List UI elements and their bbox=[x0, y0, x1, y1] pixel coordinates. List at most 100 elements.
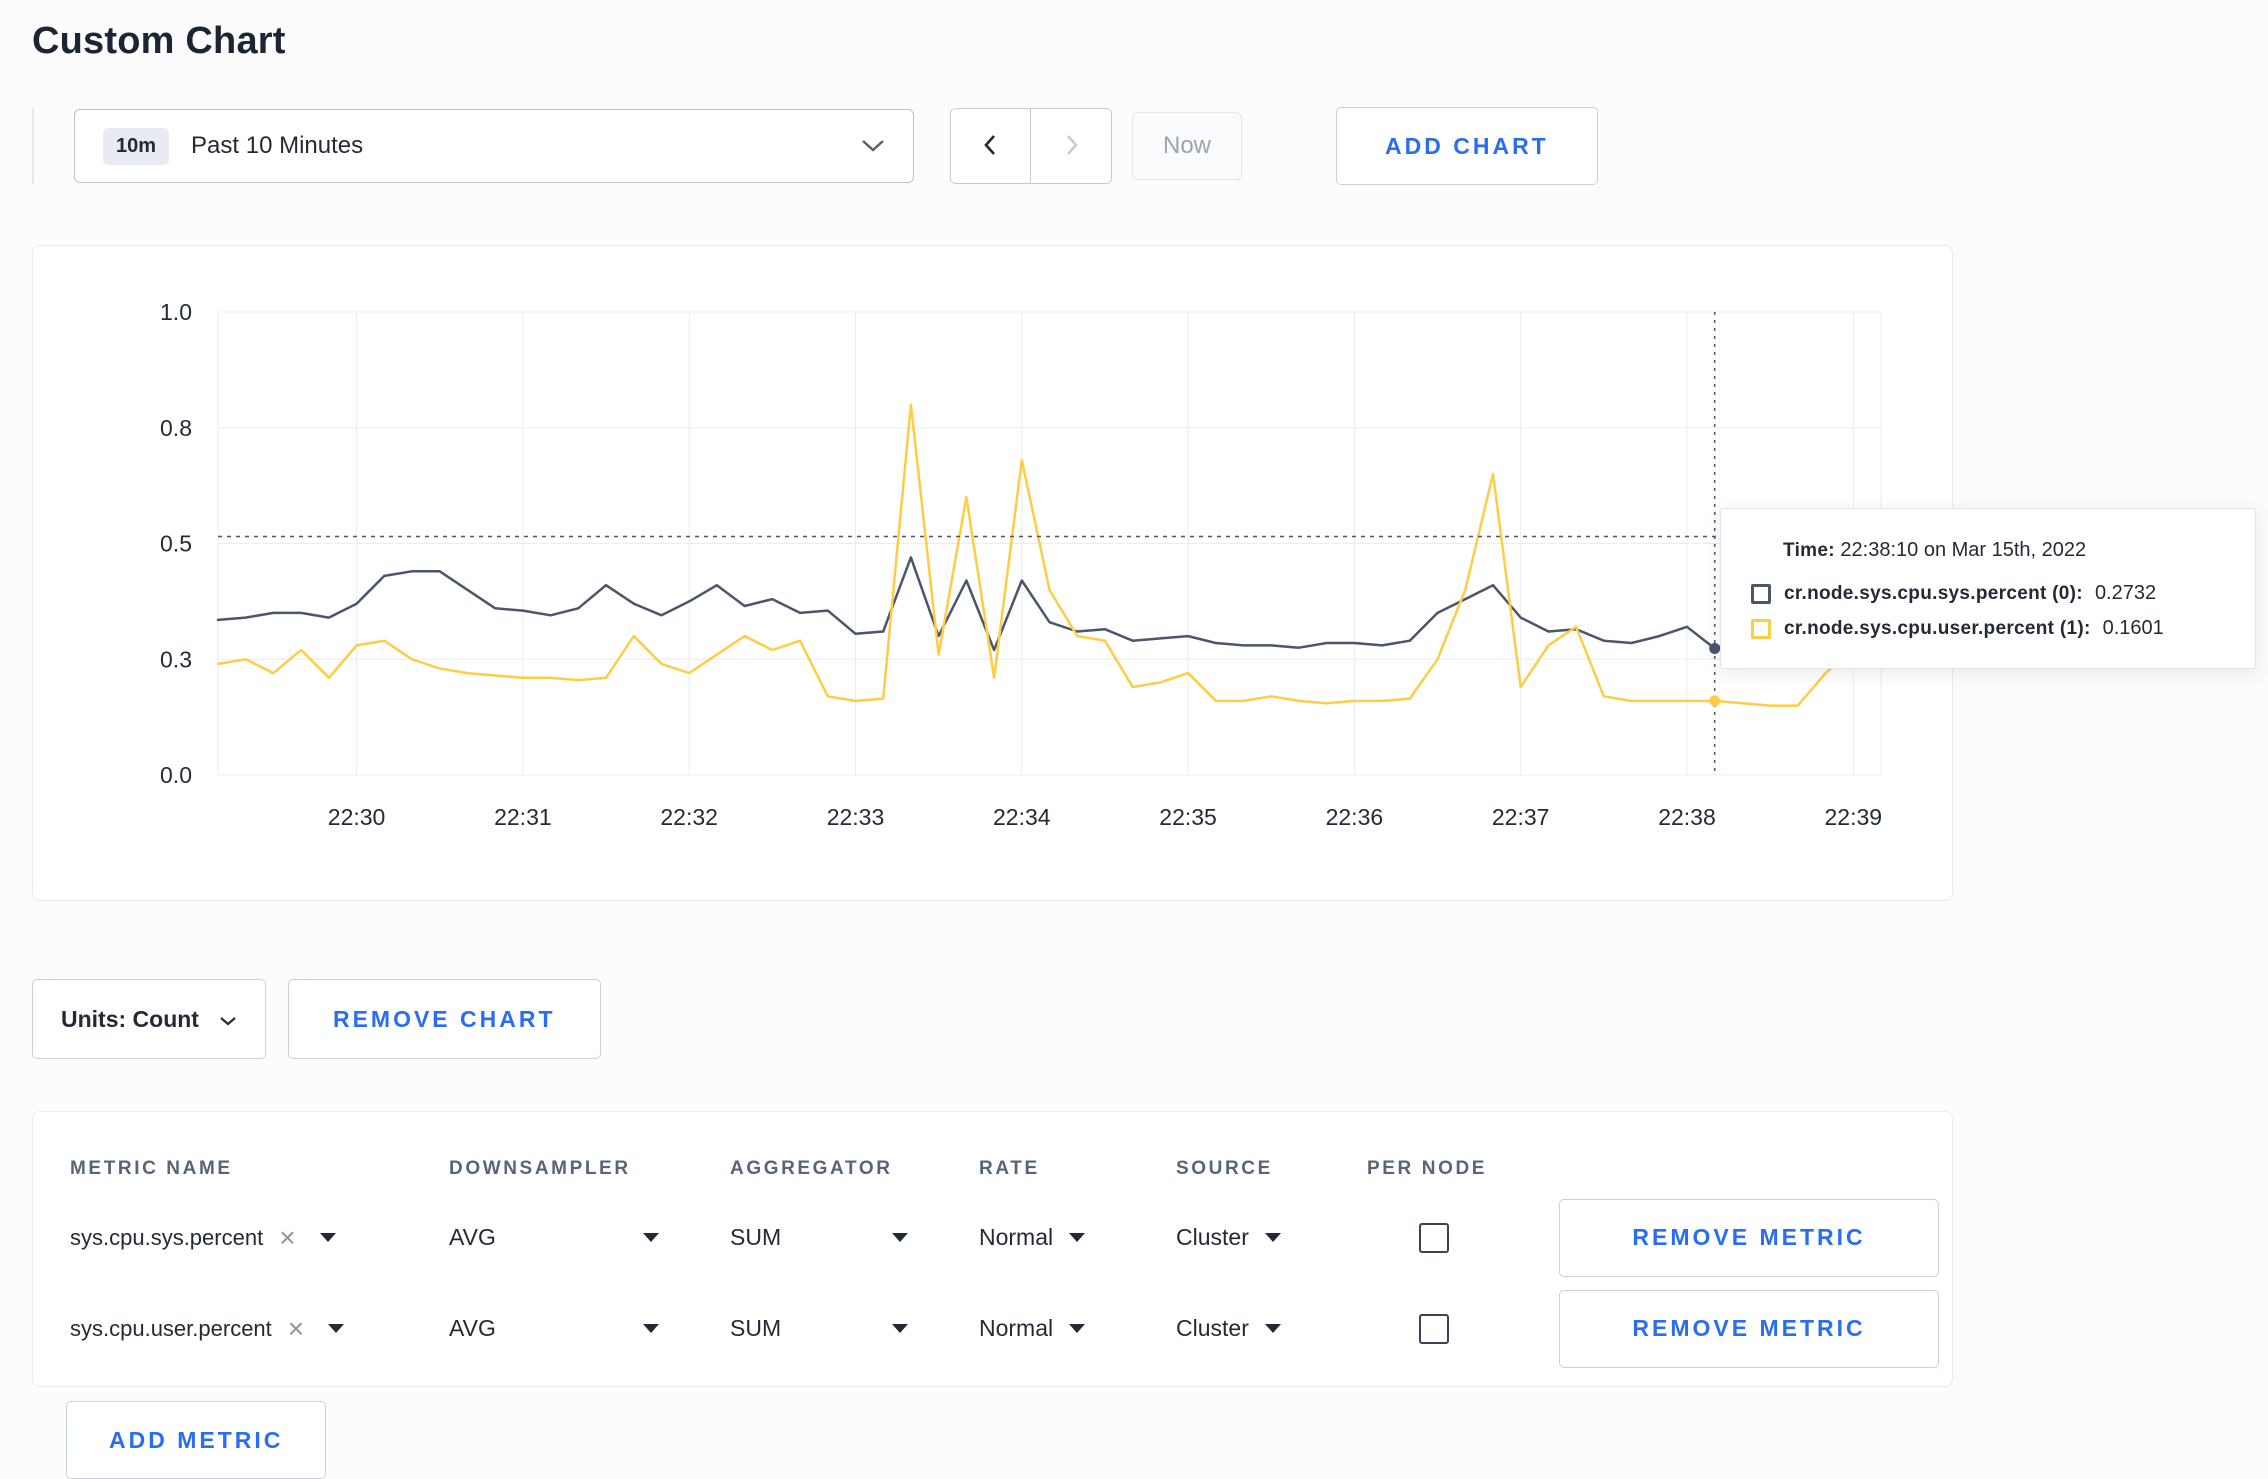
svg-text:22:38: 22:38 bbox=[1658, 804, 1716, 830]
svg-text:1.0: 1.0 bbox=[160, 299, 192, 325]
aggregator-select[interactable]: SUM bbox=[730, 1315, 908, 1342]
actions-cell: REMOVE METRIC bbox=[1559, 1198, 1952, 1277]
downsampler-select[interactable]: AVG bbox=[449, 1315, 659, 1342]
metric-name: sys.cpu.sys.percent bbox=[70, 1224, 264, 1250]
per-node-cell bbox=[1367, 1313, 1559, 1344]
chart-card: 0.0 0.3 0.5 0.8 1.0 22:30 22:31 22:32 22:33 22:34… bbox=[32, 245, 1953, 901]
prev-range-button[interactable] bbox=[951, 109, 1031, 183]
caret-down-icon bbox=[892, 1324, 908, 1333]
per-node-checkbox[interactable] bbox=[1419, 1222, 1449, 1253]
toolbar: 10m Past 10 Minutes Now ADD CHART bbox=[32, 107, 2268, 185]
col-header-downsampler: DOWNSAMPLER bbox=[449, 1158, 631, 1179]
aggregator-value: SUM bbox=[730, 1224, 782, 1250]
page-title: Custom Chart bbox=[32, 20, 286, 62]
downsampler-value: AVG bbox=[449, 1224, 496, 1250]
downsampler-value: AVG bbox=[449, 1315, 496, 1341]
svg-text:22:33: 22:33 bbox=[827, 804, 885, 830]
svg-text:22:30: 22:30 bbox=[328, 804, 386, 830]
col-header-metric-name: METRIC NAME bbox=[70, 1158, 233, 1179]
chart-canvas[interactable]: 0.0 0.3 0.5 0.8 1.0 22:30 22:31 22:32 22:33 22:34… bbox=[33, 246, 1954, 900]
per-node-cell bbox=[1367, 1222, 1559, 1253]
units-select[interactable]: Units: Count bbox=[32, 979, 266, 1059]
aggregator-value: SUM bbox=[730, 1315, 782, 1341]
col-header-source: SOURCE bbox=[1176, 1158, 1273, 1179]
caret-down-icon bbox=[892, 1233, 908, 1242]
tooltip-time: Time: 22:38:10 on Mar 15th, 2022 bbox=[1783, 539, 2225, 562]
caret-down-icon bbox=[1264, 1324, 1281, 1333]
caret-down-icon[interactable] bbox=[328, 1324, 345, 1333]
svg-text:22:34: 22:34 bbox=[993, 804, 1051, 830]
time-range-label: Past 10 Minutes bbox=[191, 132, 364, 159]
chevron-left-icon bbox=[979, 133, 1003, 160]
metric-row: sys.cpu.user.percent × AVG SUM Normal Cl… bbox=[33, 1283, 1952, 1374]
next-range-button[interactable] bbox=[1031, 109, 1111, 183]
svg-text:22:31: 22:31 bbox=[494, 804, 552, 830]
chevron-right-icon bbox=[1059, 133, 1083, 160]
chevron-down-icon bbox=[219, 1006, 237, 1033]
svg-text:22:39: 22:39 bbox=[1825, 804, 1883, 830]
units-label: Units: Count bbox=[61, 1005, 199, 1032]
metric-name: sys.cpu.user.percent bbox=[70, 1315, 272, 1341]
caret-down-icon bbox=[643, 1233, 659, 1242]
clear-metric-icon[interactable]: × bbox=[279, 1223, 295, 1252]
caret-down-icon bbox=[1069, 1324, 1086, 1333]
tooltip-series-row: cr.node.sys.cpu.user.percent (1): 0.1601 bbox=[1751, 617, 2225, 640]
time-range-badge: 10m bbox=[103, 127, 170, 165]
col-header-per-node: PER NODE bbox=[1367, 1158, 1488, 1179]
col-header-aggregator: AGGREGATOR bbox=[730, 1158, 893, 1179]
metrics-table: METRIC NAME DOWNSAMPLER AGGREGATOR RATE … bbox=[32, 1111, 1953, 1387]
rate-select[interactable]: Normal bbox=[979, 1224, 1176, 1251]
svg-text:0.5: 0.5 bbox=[160, 531, 192, 557]
time-nav-group bbox=[950, 108, 1112, 184]
svg-text:0.3: 0.3 bbox=[160, 646, 192, 672]
aggregator-select[interactable]: SUM bbox=[730, 1224, 908, 1251]
svg-text:22:36: 22:36 bbox=[1326, 804, 1384, 830]
metric-row: sys.cpu.sys.percent × AVG SUM Normal Clu… bbox=[33, 1192, 1952, 1283]
series-user-swatch-icon bbox=[1751, 618, 1771, 639]
source-select[interactable]: Cluster bbox=[1176, 1315, 1367, 1342]
tooltip-series-value: 0.2732 bbox=[2094, 582, 2157, 604]
remove-metric-button[interactable]: REMOVE METRIC bbox=[1559, 1289, 1939, 1368]
series-sys-swatch-icon bbox=[1751, 583, 1771, 604]
tooltip-series-row: cr.node.sys.cpu.sys.percent (0): 0.2732 bbox=[1751, 582, 2225, 605]
svg-text:22:37: 22:37 bbox=[1492, 804, 1550, 830]
tooltip-time-label: Time: bbox=[1783, 540, 1835, 561]
clear-metric-icon[interactable]: × bbox=[288, 1314, 304, 1343]
svg-text:22:32: 22:32 bbox=[660, 804, 718, 830]
caret-down-icon[interactable] bbox=[319, 1233, 336, 1242]
chart-tooltip: Time: 22:38:10 on Mar 15th, 2022 cr.node… bbox=[1720, 508, 2256, 669]
svg-text:0.0: 0.0 bbox=[160, 762, 192, 788]
add-chart-button[interactable]: ADD CHART bbox=[1336, 107, 1598, 185]
caret-down-icon bbox=[1069, 1233, 1086, 1242]
toolbar-divider bbox=[32, 108, 34, 184]
source-value: Cluster bbox=[1176, 1224, 1249, 1250]
metrics-table-header: METRIC NAME DOWNSAMPLER AGGREGATOR RATE … bbox=[33, 1146, 1952, 1192]
remove-chart-button[interactable]: REMOVE CHART bbox=[287, 979, 601, 1059]
source-value: Cluster bbox=[1176, 1315, 1249, 1341]
chart-controls-row: Units: Count REMOVE CHART bbox=[32, 979, 2268, 1059]
metric-name-select[interactable]: sys.cpu.user.percent × bbox=[70, 1314, 449, 1343]
col-header-rate: RATE bbox=[979, 1158, 1040, 1179]
downsampler-select[interactable]: AVG bbox=[449, 1224, 659, 1251]
custom-chart-page: Custom Chart 10m Past 10 Minutes Now ADD… bbox=[0, 0, 2268, 1479]
caret-down-icon bbox=[643, 1324, 659, 1333]
chevron-down-icon bbox=[861, 139, 885, 153]
svg-text:0.8: 0.8 bbox=[160, 415, 192, 441]
add-metric-button[interactable]: ADD METRIC bbox=[66, 1401, 327, 1479]
actions-cell: REMOVE METRIC bbox=[1559, 1289, 1952, 1368]
per-node-checkbox[interactable] bbox=[1419, 1313, 1449, 1344]
remove-metric-button[interactable]: REMOVE METRIC bbox=[1559, 1198, 1939, 1277]
source-select[interactable]: Cluster bbox=[1176, 1224, 1367, 1251]
tooltip-series-label: cr.node.sys.cpu.user.percent (1): bbox=[1784, 617, 2091, 639]
rate-value: Normal bbox=[979, 1315, 1054, 1341]
tooltip-series-value: 0.1601 bbox=[2102, 617, 2164, 639]
tooltip-series-label: cr.node.sys.cpu.sys.percent (0): bbox=[1784, 582, 2083, 604]
time-range-select[interactable]: 10m Past 10 Minutes bbox=[74, 109, 914, 183]
svg-text:22:35: 22:35 bbox=[1159, 804, 1217, 830]
rate-value: Normal bbox=[979, 1224, 1054, 1250]
rate-select[interactable]: Normal bbox=[979, 1315, 1176, 1342]
now-button[interactable]: Now bbox=[1132, 112, 1243, 180]
metric-name-select[interactable]: sys.cpu.sys.percent × bbox=[70, 1223, 449, 1252]
tooltip-time-value: 22:38:10 on Mar 15th, 2022 bbox=[1840, 539, 2087, 561]
caret-down-icon bbox=[1264, 1233, 1281, 1242]
